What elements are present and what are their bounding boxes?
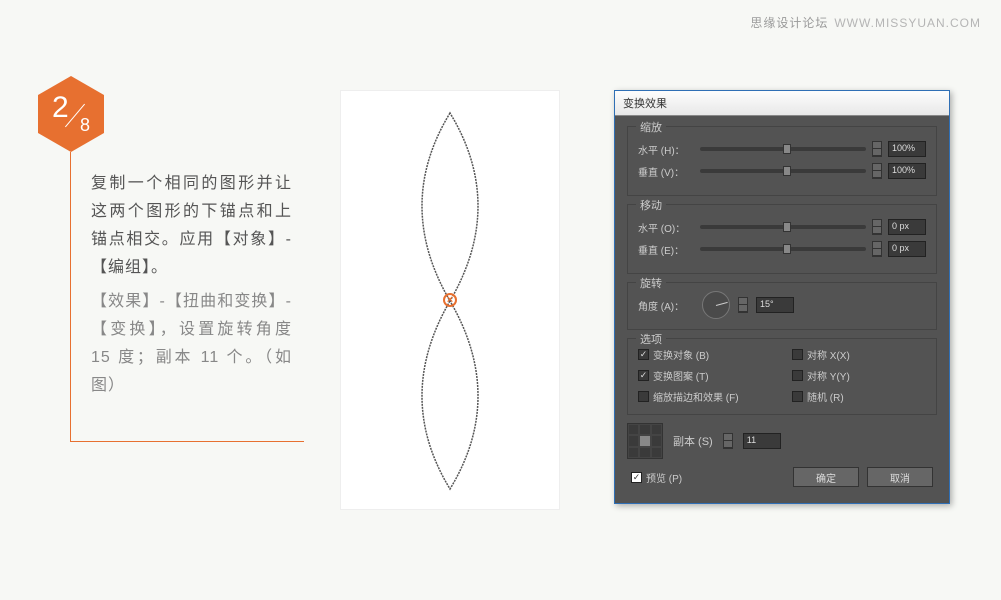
scale-v-spinner[interactable] — [872, 163, 882, 179]
checkbox-icon — [792, 391, 803, 402]
watermark-url: WWW.MISSYUAN.COM — [834, 16, 981, 30]
move-h-spinner[interactable] — [872, 219, 882, 235]
checkbox-icon — [631, 472, 642, 483]
ok-button[interactable]: 确定 — [793, 467, 859, 487]
move-v-input[interactable]: 0 px — [888, 241, 926, 257]
move-v-spinner[interactable] — [872, 241, 882, 257]
copies-spinner[interactable] — [723, 433, 733, 449]
move-v-slider[interactable] — [700, 247, 866, 251]
scale-h-label: 水平 (H)： — [638, 142, 694, 157]
opt-scale-strokes[interactable]: 缩放描边和效果 (F) — [638, 389, 772, 404]
dialog-title: 变换效果 — [615, 91, 949, 116]
scale-v-row: 垂直 (V)： 100% — [638, 163, 926, 179]
rotate-label: 角度 (A)： — [638, 298, 694, 313]
scale-section: 缩放 水平 (H)： 100% 垂直 (V)： 100% — [627, 126, 937, 196]
move-v-row: 垂直 (E)： 0 px — [638, 241, 926, 257]
step-denominator: 8 — [80, 115, 90, 135]
scale-v-slider[interactable] — [700, 169, 866, 173]
scale-v-label: 垂直 (V)： — [638, 164, 694, 179]
rotate-row: 角度 (A)： 15° — [638, 291, 926, 319]
scale-h-slider[interactable] — [700, 147, 866, 151]
anchor-marker-x: × — [447, 294, 453, 306]
step-fraction: 2 8 — [54, 97, 88, 131]
move-h-slider[interactable] — [700, 225, 866, 229]
checkbox-icon — [792, 349, 803, 360]
checkbox-icon — [638, 370, 649, 381]
button-group: 确定 取消 — [793, 467, 933, 487]
canvas-preview: × — [340, 90, 560, 510]
preview-checkbox[interactable]: 预览 (P) — [631, 470, 682, 485]
move-title: 移动 — [636, 197, 666, 213]
instruction-text-1: 复制一个相同的图形并让这两个图形的下锚点和上锚点相交。应用【对象】-【编组】。 — [91, 170, 292, 282]
rotate-section: 旋转 角度 (A)： 15° — [627, 282, 937, 330]
scale-h-input[interactable]: 100% — [888, 141, 926, 157]
dialog-footer: 预览 (P) 确定 取消 — [627, 459, 937, 491]
opt-transform-objects[interactable]: 变换对象 (B) — [638, 347, 772, 362]
scale-h-row: 水平 (H)： 100% — [638, 141, 926, 157]
copies-input[interactable]: 11 — [743, 433, 781, 449]
opt-reflect-y[interactable]: 对称 Y(Y) — [792, 368, 926, 383]
options-grid: 变换对象 (B) 对称 X(X) 变换图案 (T) 对称 Y(Y) 缩放描边和效… — [638, 347, 926, 404]
instruction-panel: 复制一个相同的图形并让这两个图形的下锚点和上锚点相交。应用【对象】-【编组】。 … — [70, 152, 304, 442]
options-section: 选项 变换对象 (B) 对称 X(X) 变换图案 (T) 对称 Y(Y) 缩放描… — [627, 338, 937, 415]
watermark-text: 思缘设计论坛 WWW.MISSYUAN.COM — [750, 14, 981, 31]
instruction-text-2: 【效果】-【扭曲和变换】-【变换】，设置旋转角度 15 度；副本 11 个。（如… — [91, 288, 292, 400]
checkbox-icon — [638, 391, 649, 402]
opt-transform-patterns[interactable]: 变换图案 (T) — [638, 368, 772, 383]
checkbox-icon — [638, 349, 649, 360]
copies-row: 副本 (S) 11 — [627, 423, 937, 459]
options-title: 选项 — [636, 331, 666, 347]
transform-dialog: 变换效果 缩放 水平 (H)： 100% 垂直 (V)： 100% 移动 水平 … — [614, 90, 950, 504]
move-v-label: 垂直 (E)： — [638, 242, 694, 257]
move-section: 移动 水平 (O)： 0 px 垂直 (E)： 0 px — [627, 204, 937, 274]
hexagon-icon: 2 8 — [38, 76, 104, 152]
move-h-row: 水平 (O)： 0 px — [638, 219, 926, 235]
anchor-point-selector[interactable] — [627, 423, 663, 459]
checkbox-icon — [792, 370, 803, 381]
cancel-button[interactable]: 取消 — [867, 467, 933, 487]
rotate-title: 旋转 — [636, 275, 666, 291]
rotate-spinner[interactable] — [738, 297, 748, 313]
step-numerator: 2 — [52, 91, 69, 124]
opt-random[interactable]: 随机 (R) — [792, 389, 926, 404]
copies-label: 副本 (S) — [673, 433, 713, 449]
angle-dial[interactable] — [702, 291, 730, 319]
move-h-input[interactable]: 0 px — [888, 219, 926, 235]
watermark-cn: 思缘设计论坛 — [750, 16, 828, 30]
rotate-input[interactable]: 15° — [756, 297, 794, 313]
scale-h-spinner[interactable] — [872, 141, 882, 157]
scale-v-input[interactable]: 100% — [888, 163, 926, 179]
move-h-label: 水平 (O)： — [638, 220, 694, 235]
scale-title: 缩放 — [636, 119, 666, 135]
opt-reflect-x[interactable]: 对称 X(X) — [792, 347, 926, 362]
step-badge: 2 8 — [38, 76, 104, 152]
dialog-body: 缩放 水平 (H)： 100% 垂直 (V)： 100% 移动 水平 (O)： … — [615, 116, 949, 503]
